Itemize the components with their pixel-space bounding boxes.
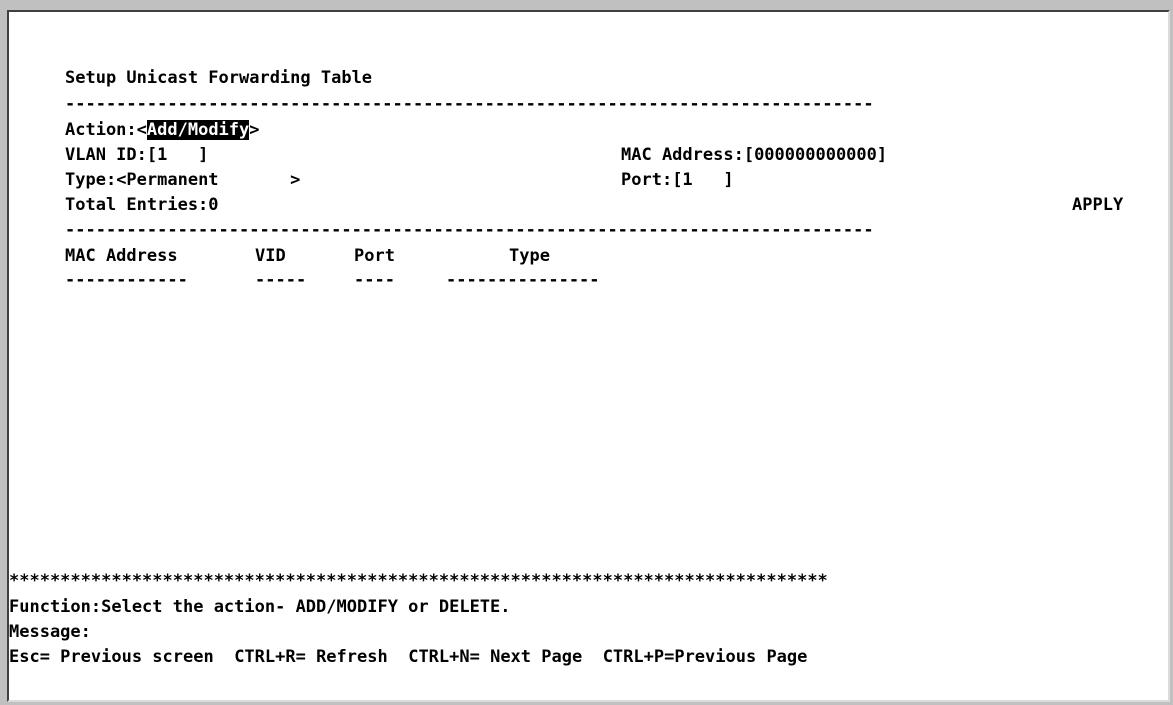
port-row: Port:[1 ] bbox=[621, 170, 734, 190]
action-row: Action:<Add/Modify> bbox=[65, 120, 260, 140]
terminal-window: Setup Unicast Forwarding Table ---------… bbox=[7, 10, 1170, 702]
hotkey-previous-page[interactable]: CTRL+P=Previous Page bbox=[603, 647, 808, 667]
type-label: Type: bbox=[65, 170, 117, 190]
top-separator: ----------------------------------------… bbox=[65, 94, 874, 114]
column-header-type: Type bbox=[509, 246, 550, 266]
action-close-bracket: > bbox=[249, 120, 260, 140]
footer-separator: ****************************************… bbox=[9, 571, 828, 591]
mac-row: MAC Address:[000000000000] bbox=[621, 145, 887, 165]
type-row: Type:<Permanent > bbox=[65, 170, 300, 190]
message-text: Message: bbox=[9, 622, 91, 642]
vlan-id-label: VLAN ID: bbox=[65, 145, 147, 165]
mac-address-label: MAC Address: bbox=[621, 145, 744, 165]
action-label: Action: bbox=[65, 120, 137, 140]
action-open-bracket: < bbox=[136, 120, 147, 140]
total-entries-label: Total Entries: bbox=[65, 195, 209, 215]
hotkey-bar: Esc= Previous screen CTRL+R= Refresh CTR… bbox=[9, 647, 807, 667]
column-underline-port: ---- bbox=[354, 270, 395, 290]
port-field[interactable]: [1 ] bbox=[672, 170, 733, 190]
column-underline-type: --------------- bbox=[446, 270, 600, 290]
column-header-mac-address: MAC Address bbox=[65, 246, 178, 266]
column-underline-mac-address: ------------ bbox=[65, 270, 188, 290]
column-header-port: Port bbox=[354, 246, 395, 266]
hotkey-refresh[interactable]: CTRL+R= Refresh bbox=[234, 647, 388, 667]
mac-address-field[interactable]: [000000000000] bbox=[744, 145, 887, 165]
type-selector[interactable]: <Permanent > bbox=[116, 170, 300, 190]
function-help-text: Function:Select the action- ADD/MODIFY o… bbox=[9, 597, 511, 617]
action-selector[interactable]: Add/Modify bbox=[146, 120, 250, 140]
total-entries: Total Entries:0 bbox=[65, 195, 219, 215]
total-entries-value: 0 bbox=[208, 195, 219, 215]
page-title: Setup Unicast Forwarding Table bbox=[65, 68, 373, 88]
apply-button[interactable]: APPLY bbox=[1072, 195, 1123, 215]
hotkey-previous-screen[interactable]: Esc= Previous screen bbox=[9, 647, 214, 667]
port-label: Port: bbox=[621, 170, 673, 190]
column-header-vid: VID bbox=[255, 246, 286, 266]
middle-separator: ----------------------------------------… bbox=[65, 220, 874, 240]
column-underline-vid: ----- bbox=[255, 270, 307, 290]
hotkey-next-page[interactable]: CTRL+N= Next Page bbox=[408, 647, 582, 667]
vlan-row: VLAN ID:[1 ] bbox=[65, 145, 208, 165]
terminal-frame: Setup Unicast Forwarding Table ---------… bbox=[0, 0, 1173, 705]
vlan-id-field[interactable]: [1 ] bbox=[147, 145, 208, 165]
